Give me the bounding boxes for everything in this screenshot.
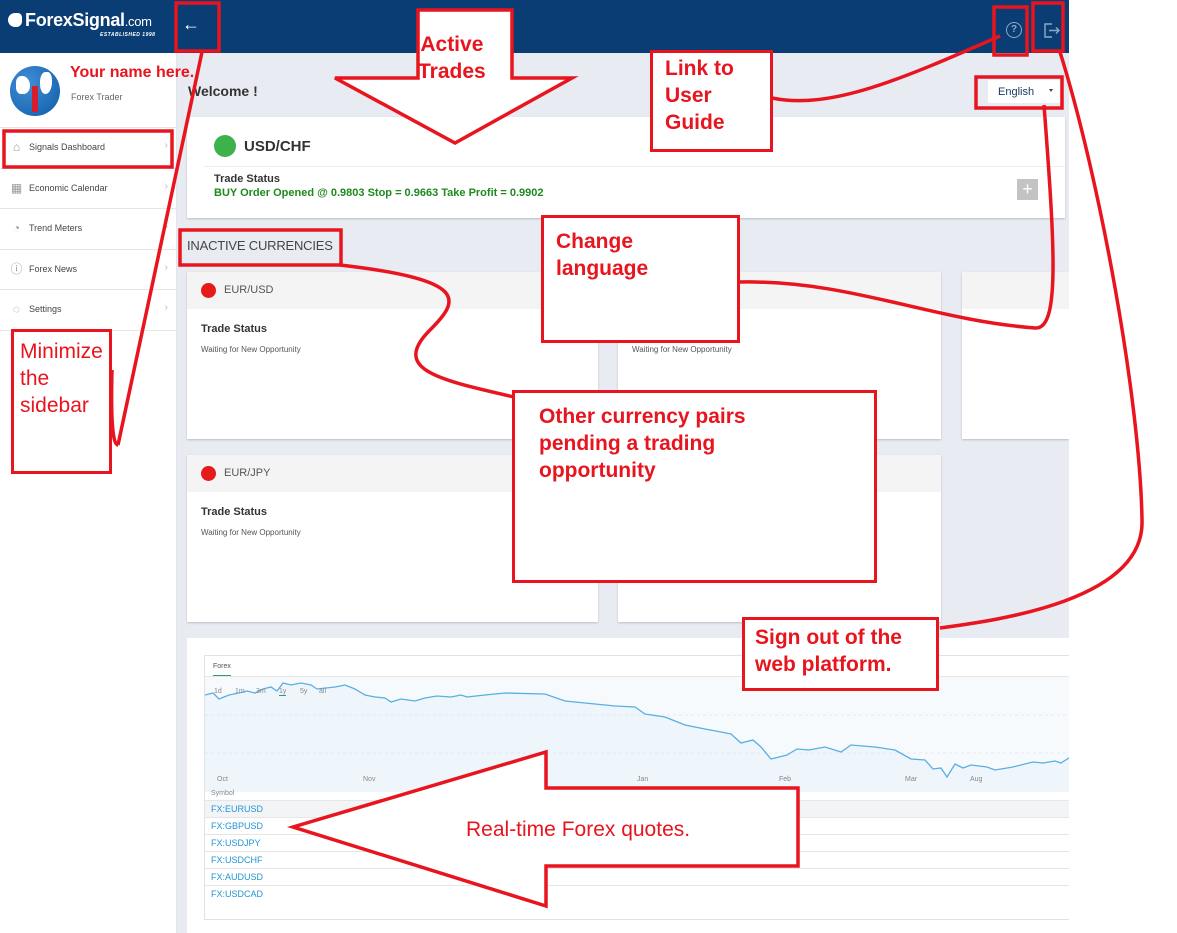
range-3m[interactable]: 3m: [256, 688, 266, 695]
x-label: Mar: [905, 776, 918, 783]
annotation-other-pairs: Other currency pairs pending a trading o…: [512, 390, 877, 583]
user-guide-button[interactable]: ?: [1006, 22, 1022, 38]
pair-name: USD/CHF: [244, 138, 311, 155]
calendar-icon: ▦: [10, 180, 23, 195]
expand-button[interactable]: +: [1017, 179, 1038, 200]
range-1d[interactable]: 1d: [214, 688, 222, 695]
plus-icon: +: [1022, 179, 1033, 199]
x-label: Jan: [637, 776, 649, 783]
question-circle-icon: ?: [1010, 24, 1018, 35]
page-margin: [1069, 0, 1177, 933]
sidebar-item-forex-news[interactable]: ⓘ Forex News ›: [0, 250, 176, 290]
range-1m[interactable]: 1m: [235, 688, 245, 695]
chat-icon: ◌: [12, 302, 21, 316]
trade-status-value: BUY Order Opened @ 0.9803 Stop = 0.9663 …: [214, 187, 544, 199]
range-1y[interactable]: 1y: [279, 688, 287, 696]
annotation-realtime-quotes: Real-time Forex quotes.: [466, 818, 691, 841]
chevron-right-icon: ›: [164, 302, 168, 313]
x-label: Aug: [970, 776, 983, 783]
inactive-currencies-heading: INACTIVE CURRENCIES: [187, 238, 333, 253]
price-chart: 1d 1m 3m 1y 5y all: [204, 677, 1076, 792]
range-5y[interactable]: 5y: [300, 688, 307, 695]
status-dot-inactive: [201, 283, 216, 298]
chevron-right-icon: ›: [164, 180, 168, 192]
language-select[interactable]: English: [988, 80, 1060, 103]
user-role: Forex Trader: [71, 92, 123, 102]
sidebar-item-signals-dashboard[interactable]: ⌂ Signals Dashboard ›: [0, 128, 176, 169]
trade-status-label: Trade Status: [201, 323, 268, 335]
x-label: Nov: [363, 776, 376, 783]
range-all[interactable]: all: [319, 688, 326, 695]
avatar: [10, 66, 60, 116]
x-label: Feb: [779, 776, 792, 783]
sidebar-item-trend-meters[interactable]: ◔ Trend Meters ›: [0, 209, 176, 250]
trade-status-label: Trade Status: [214, 173, 281, 185]
symbol-row[interactable]: FX:AUDUSD: [205, 868, 1075, 885]
chevron-right-icon: ›: [164, 261, 168, 273]
sign-out-button[interactable]: [1042, 21, 1060, 39]
symbol-row[interactable]: FX:USDCHF: [205, 851, 1075, 868]
pair-name: EUR/USD: [224, 284, 274, 296]
caret-down-icon: [1049, 89, 1053, 92]
pair-name: EUR/JPY: [224, 467, 271, 479]
annotation-user-guide: Link to User Guide: [650, 50, 773, 152]
arrow-left-icon: ←: [182, 14, 200, 34]
info-icon: ⓘ: [10, 261, 23, 276]
sidebar: Forex Trader ⌂ Signals Dashboard › ▦ Eco…: [0, 53, 177, 933]
symbol-row[interactable]: FX:USDCAD: [205, 885, 1075, 902]
symbol-column-header: Symbol: [211, 790, 235, 797]
annotation-change-language: Change language: [541, 215, 740, 343]
app-root: ForexSignal.com ESTABLISHED 1998 ← ? For…: [0, 0, 1177, 933]
symbol-row[interactable]: FX:EURUSD: [205, 800, 1075, 817]
minimize-sidebar-button[interactable]: ←: [182, 14, 200, 35]
logo-flag-icon: [8, 13, 22, 27]
logo: ForexSignal.com ESTABLISHED 1998: [8, 10, 155, 38]
trade-status-value: Waiting for New Opportunity: [201, 345, 301, 354]
forex-quotes-widget: Forex 1d 1m 3m 1y 5y all Oct Nov Jan Feb…: [204, 655, 1076, 920]
currency-card: [962, 272, 1069, 439]
status-dot-active: [214, 135, 236, 157]
user-name: Your name here.: [70, 64, 195, 81]
annotation-sign-out: Sign out of the web platform.: [742, 617, 939, 691]
tab-forex[interactable]: Forex: [213, 663, 231, 676]
annotation-minimize-sidebar: Minimize the sidebar: [11, 329, 112, 474]
home-icon: ⌂: [12, 140, 21, 154]
trade-status-value: Waiting for New Opportunity: [201, 528, 301, 537]
chevron-right-icon: ›: [164, 140, 168, 151]
status-dot-inactive: [201, 466, 216, 481]
page-title: Welcome !: [188, 83, 258, 99]
annotation-active-trades: Active Trades: [418, 33, 486, 83]
x-label: Oct: [217, 776, 228, 783]
sidebar-item-economic-calendar[interactable]: ▦ Economic Calendar ›: [0, 169, 176, 209]
sidebar-item-settings[interactable]: ◌ Settings ›: [0, 290, 176, 331]
active-trade-card: USD/CHF Trade Status BUY Order Opened @ …: [187, 117, 1065, 218]
gauge-icon: ◔: [12, 221, 21, 235]
trade-status-label: Trade Status: [201, 506, 268, 518]
logo-tagline: ESTABLISHED 1998: [100, 32, 156, 38]
trade-status-value: Waiting for New Opportunity: [632, 345, 732, 354]
top-bar: ForexSignal.com ESTABLISHED 1998 ← ?: [0, 0, 1069, 53]
price-line-chart: [204, 682, 1076, 792]
chevron-right-icon: ›: [164, 221, 168, 232]
sign-out-icon: [1044, 23, 1060, 38]
signal-tower-icon: [32, 86, 38, 112]
